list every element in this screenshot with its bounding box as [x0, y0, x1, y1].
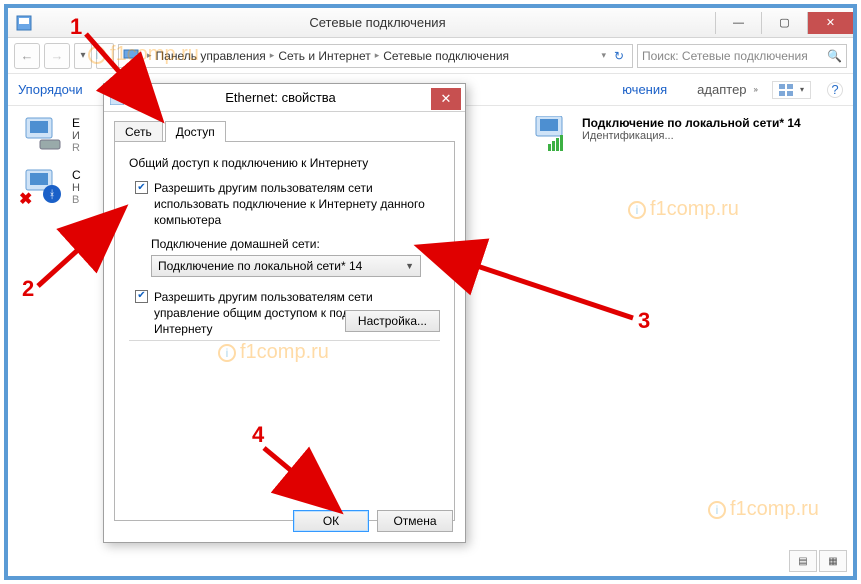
view-list-icon[interactable]: ▾ — [772, 81, 811, 99]
svg-text:ᚼ: ᚼ — [49, 189, 56, 201]
allow-sharing-label: Разрешить другим пользователям сети испо… — [154, 180, 440, 229]
adapter-item[interactable]: Подключение по локальной сети* 14 Иденти… — [532, 116, 801, 155]
chevron-down-icon: ▼ — [405, 261, 414, 271]
close-button[interactable]: ✕ — [807, 12, 853, 34]
dialog-icon — [104, 84, 130, 112]
home-network-combo[interactable]: Подключение по локальной сети* 14 ▼ — [151, 255, 421, 277]
breadcrumb-part[interactable]: Сетевые подключения — [383, 49, 509, 63]
cancel-button[interactable]: Отмена — [377, 510, 453, 532]
nav-back-button[interactable]: ← — [14, 43, 40, 69]
tab-access[interactable]: Доступ — [165, 121, 226, 142]
adapter-item[interactable]: ᚼ ✖ С Н B — [22, 168, 81, 207]
watermark: if1comp.ru — [628, 198, 739, 221]
combo-value: Подключение по локальной сети* 14 — [158, 259, 362, 273]
annotation-number-3: 3 — [638, 308, 650, 334]
search-placeholder: Поиск: Сетевые подключения — [642, 49, 827, 63]
search-icon: 🔍 — [827, 49, 842, 63]
allow-sharing-checkbox[interactable]: ✔ — [135, 181, 148, 194]
tab-panel: Общий доступ к подключению к Интернету ✔… — [114, 141, 455, 521]
allow-control-checkbox[interactable]: ✔ — [135, 290, 148, 303]
breadcrumb-part[interactable]: Сеть и Интернет — [278, 49, 370, 63]
view-details-icon[interactable]: ▤ — [789, 550, 817, 572]
view-large-icon[interactable]: ▦ — [819, 550, 847, 572]
adapter-status: И — [72, 130, 80, 142]
diagnose-connection-button[interactable]: адаптер » — [697, 82, 758, 97]
help-icon[interactable]: ? — [827, 82, 843, 98]
disable-adapter-button[interactable]: ючения — [622, 82, 667, 97]
control-panel-icon — [16, 15, 32, 31]
dialog-close-button[interactable]: ✕ — [431, 88, 461, 110]
nav-forward-button[interactable]: → — [44, 43, 70, 69]
adapter-name: С — [72, 168, 81, 182]
watermark: if1comp.ru — [708, 498, 819, 521]
watermark: if1comp.ru — [218, 341, 329, 364]
organize-button[interactable]: Упорядочи — [18, 82, 83, 97]
adapter-name: Подключение по локальной сети* 14 — [582, 116, 801, 130]
minimize-button[interactable]: — — [715, 12, 761, 34]
adapter-item[interactable]: E И R — [22, 116, 80, 155]
wireless-adapter-icon — [532, 116, 574, 155]
bluetooth-adapter-icon: ᚼ ✖ — [22, 168, 64, 207]
group-title: Общий доступ к подключению к Интернету — [129, 156, 440, 170]
home-network-label: Подключение домашней сети: — [151, 237, 440, 251]
adapter-device: B — [72, 194, 81, 206]
tab-network[interactable]: Сеть — [114, 121, 163, 142]
adapter-status: Н — [72, 182, 81, 194]
ethernet-adapter-icon — [22, 116, 64, 155]
dialog-title: Ethernet: свойства — [130, 90, 431, 105]
annotation-number-2: 2 — [22, 276, 34, 302]
window-title: Сетевые подключения — [40, 15, 715, 30]
adapter-name: E — [72, 116, 80, 130]
watermark: if1comp.ru — [88, 43, 199, 66]
annotation-number-4: 4 — [252, 422, 264, 448]
adapter-device: R — [72, 142, 80, 154]
search-input[interactable]: Поиск: Сетевые подключения 🔍 — [637, 44, 847, 68]
window-titlebar: Сетевые подключения — ▢ ✕ — [8, 8, 853, 38]
annotation-number-1: 1 — [70, 14, 82, 40]
maximize-button[interactable]: ▢ — [761, 12, 807, 34]
properties-dialog: Ethernet: свойства ✕ Сеть Доступ Общий д… — [103, 83, 466, 543]
ok-button[interactable]: ОК — [293, 510, 369, 532]
refresh-icon[interactable]: ↻ — [610, 49, 628, 63]
adapter-status: Идентификация... — [582, 130, 801, 142]
settings-button[interactable]: Настройка... — [345, 310, 440, 332]
